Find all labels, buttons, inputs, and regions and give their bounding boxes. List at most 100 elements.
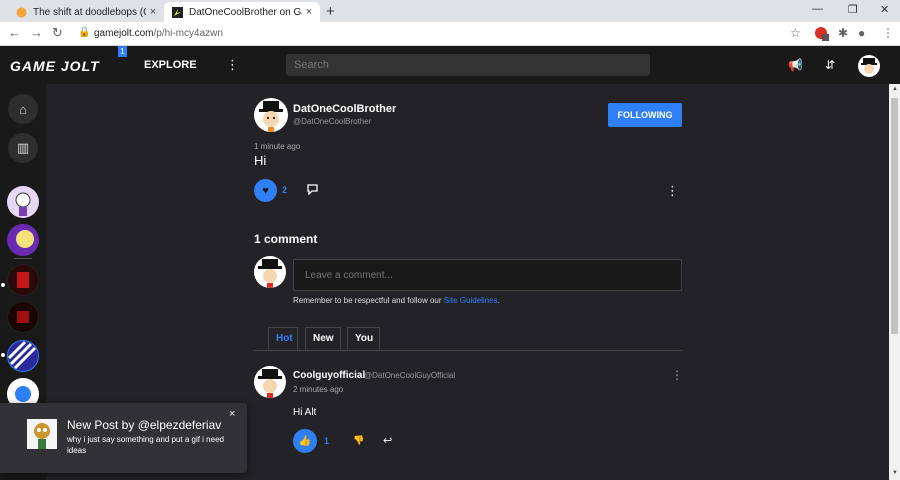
rail-divider [14, 258, 32, 259]
reply-icon[interactable]: ↩ [383, 434, 392, 447]
post-menu-icon[interactable]: ⋮ [666, 183, 679, 199]
scrollbar-thumb[interactable] [891, 98, 898, 334]
home-button[interactable]: ⌂ [8, 94, 38, 124]
browser-tabstrip: The shift at doodlebops (Official) × Dat… [0, 0, 900, 22]
scroll-up-icon[interactable]: ▲ [892, 86, 898, 92]
browser-tab-active[interactable]: DatOneCoolBrother on Game Jolt × [164, 2, 320, 22]
tab-new[interactable]: New [305, 327, 341, 351]
more-menu-icon[interactable]: ⋮ [226, 57, 239, 73]
community-avatar-image [7, 340, 38, 371]
community-avatar-image [8, 225, 38, 255]
search-input[interactable] [286, 54, 650, 76]
comment-author-avatar[interactable] [254, 366, 286, 398]
comment-like-count[interactable]: 1 [324, 436, 329, 446]
post-author-handle[interactable]: @DatOneCoolBrother [293, 117, 371, 126]
post-author-avatar-image [259, 101, 283, 132]
thumbs-up-icon: 👍 [298, 435, 312, 447]
browser-tab[interactable]: The shift at doodlebops (Official) × [8, 2, 164, 22]
guidelines-end: . [497, 296, 500, 305]
forward-icon[interactable]: → [30, 25, 43, 40]
url-path: /p/hi-mcy4azwn [153, 28, 223, 39]
comments-heading: 1 comment [254, 232, 318, 246]
maximize-button[interactable]: ❐ [848, 3, 858, 16]
comment-author-name[interactable]: Coolguyofficial [293, 370, 365, 381]
comment-bubble-icon [307, 184, 318, 196]
lock-icon[interactable]: 🔒 [78, 27, 90, 38]
post-author-name[interactable]: DatOneCoolBrother [293, 103, 396, 115]
comment-menu-icon[interactable]: ⋮ [671, 368, 683, 382]
heart-icon: ♥ [262, 184, 269, 197]
browser-tab-title: DatOneCoolBrother on Game Jolt [189, 6, 302, 18]
community-avatar[interactable] [7, 301, 39, 333]
home-icon: ⌂ [19, 101, 27, 117]
tab-hot[interactable]: Hot [268, 327, 298, 351]
explore-link[interactable]: EXPLORE [144, 59, 197, 71]
comment-timestamp[interactable]: 2 minutes ago [293, 385, 343, 394]
url-host: gamejolt.com [94, 28, 154, 39]
post-body: Hi [254, 153, 267, 168]
activity-icon[interactable]: ⇵ [825, 58, 835, 72]
close-tab-icon[interactable]: × [302, 6, 316, 18]
profile-icon[interactable]: ● [858, 26, 865, 40]
community-avatar[interactable] [7, 340, 39, 372]
comment-input[interactable] [293, 259, 682, 291]
library-button[interactable]: ▥ [8, 133, 38, 163]
new-tab-button[interactable]: + [326, 3, 335, 20]
scroll-down-icon[interactable]: ▼ [892, 470, 898, 476]
comment-author-handle[interactable]: @DatOneCoolGuyOfficial [364, 371, 455, 380]
toast-thumbnail-image [27, 419, 57, 449]
toast-title: New Post by @elpezdeferiav [67, 418, 222, 432]
url-field[interactable]: gamejolt.com/p/hi-mcy4azwn [94, 28, 223, 39]
browser-tab-title: The shift at doodlebops (Official) [33, 6, 146, 18]
active-indicator [1, 353, 5, 357]
community-avatar[interactable] [7, 224, 39, 256]
gamejolt-favicon-icon [172, 6, 183, 18]
user-avatar[interactable] [858, 55, 880, 77]
library-icon: ▥ [16, 140, 30, 155]
comment-like-button[interactable]: 👍 [293, 429, 317, 453]
comment-icon[interactable] [307, 184, 318, 198]
page-scrollbar[interactable]: ▲ ▼ [889, 84, 900, 480]
reload-icon[interactable]: ↻ [52, 25, 63, 41]
guidelines-text: Remember to be respectful and follow our [293, 296, 442, 305]
back-icon[interactable]: ← [8, 25, 21, 40]
toast-text: why i just say something and put a gif i… [67, 435, 224, 455]
tab-you[interactable]: You [347, 327, 380, 351]
extension-badge-icon[interactable] [814, 26, 830, 42]
notification-badge: 1 [118, 46, 127, 57]
community-avatar-image [8, 302, 38, 332]
post-timestamp[interactable]: 1 minute ago [254, 142, 300, 151]
community-avatar-image [8, 187, 38, 217]
notification-toast[interactable]: New Post by @elpezdeferiav why i just sa… [0, 403, 247, 473]
comment-author-avatar-image [258, 369, 282, 398]
active-indicator [1, 283, 5, 287]
guidelines-note: Remember to be respectful and follow our… [293, 296, 500, 305]
site-guidelines-link[interactable]: Site Guidelines [444, 296, 498, 305]
like-count[interactable]: 2 [282, 185, 287, 195]
current-user-avatar-image [258, 259, 282, 288]
browser-menu-icon[interactable]: ⋮ [882, 26, 894, 40]
favicon-icon [16, 7, 27, 17]
community-avatar-image [8, 265, 38, 295]
announcements-icon[interactable]: 📢 [788, 58, 803, 72]
minimize-button[interactable]: — [812, 3, 823, 15]
close-tab-icon[interactable]: × [146, 6, 160, 18]
community-avatar[interactable] [7, 186, 39, 218]
site-header: GAME JOLT 1 EXPLORE ⋮ 📢 ⇵ [0, 46, 900, 84]
extensions-icon[interactable]: ✱ [838, 26, 848, 40]
user-avatar-image [861, 58, 877, 74]
community-avatar[interactable] [7, 264, 39, 296]
address-bar: ← → ↻ 🔒 gamejolt.com/p/hi-mcy4azwn ☆ ✱ ●… [0, 22, 900, 46]
close-icon[interactable]: × [229, 408, 235, 420]
explore-label: EXPLORE [144, 59, 197, 71]
comment-body: Hi Alt [293, 407, 317, 418]
toast-thumbnail [27, 419, 57, 449]
like-button[interactable]: ♥ [254, 179, 277, 202]
gamejolt-logo[interactable]: GAME JOLT [10, 58, 100, 74]
current-user-avatar [254, 256, 286, 288]
following-button[interactable]: FOLLOWING [608, 103, 682, 127]
post-author-avatar[interactable] [254, 98, 288, 132]
thumbs-down-icon[interactable]: 👎 [353, 435, 364, 446]
close-window-button[interactable]: ✕ [880, 3, 889, 16]
bookmark-star-icon[interactable]: ☆ [790, 26, 801, 40]
